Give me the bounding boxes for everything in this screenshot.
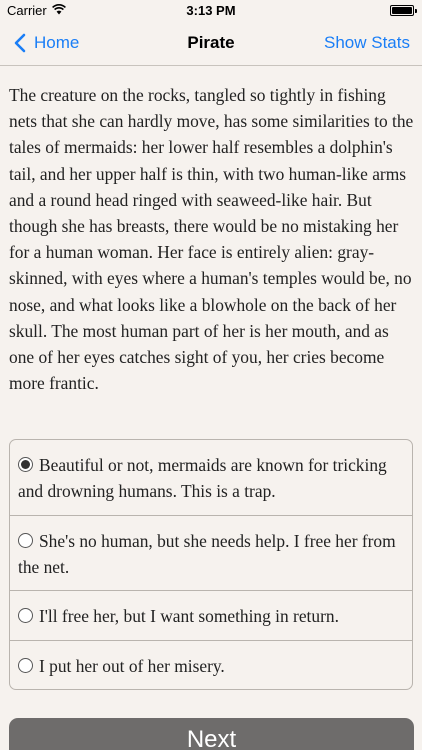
choice-list: Beautiful or not, mermaids are known for… bbox=[9, 439, 413, 690]
battery-icon bbox=[390, 5, 417, 16]
status-bar: Carrier 3:13 PM bbox=[0, 0, 422, 22]
radio-icon bbox=[18, 658, 33, 673]
radio-selected-icon bbox=[18, 457, 33, 472]
choice-option[interactable]: I'll free her, but I want something in r… bbox=[10, 591, 412, 641]
radio-icon bbox=[18, 608, 33, 623]
radio-icon bbox=[18, 533, 33, 548]
status-time: 3:13 PM bbox=[186, 3, 236, 18]
choice-option[interactable]: She's no human, but she needs help. I fr… bbox=[10, 516, 412, 591]
choice-text: I put her out of her misery. bbox=[39, 656, 225, 676]
story-text: The creature on the rocks, tangled so ti… bbox=[9, 85, 414, 394]
choice-option[interactable]: Beautiful or not, mermaids are known for… bbox=[10, 440, 412, 516]
choice-option[interactable]: I put her out of her misery. bbox=[10, 641, 412, 689]
choice-text: Beautiful or not, mermaids are known for… bbox=[18, 455, 387, 501]
back-button[interactable]: Home bbox=[10, 32, 79, 54]
back-button-label: Home bbox=[34, 33, 80, 52]
chevron-left-icon bbox=[14, 33, 26, 53]
show-stats-button[interactable]: Show Stats bbox=[324, 33, 410, 53]
navigation-bar: Home Pirate Show Stats bbox=[0, 22, 422, 66]
choice-text: She's no human, but she needs help. I fr… bbox=[18, 531, 396, 577]
next-button[interactable]: Next bbox=[9, 718, 414, 750]
choice-text: I'll free her, but I want something in r… bbox=[39, 606, 339, 626]
